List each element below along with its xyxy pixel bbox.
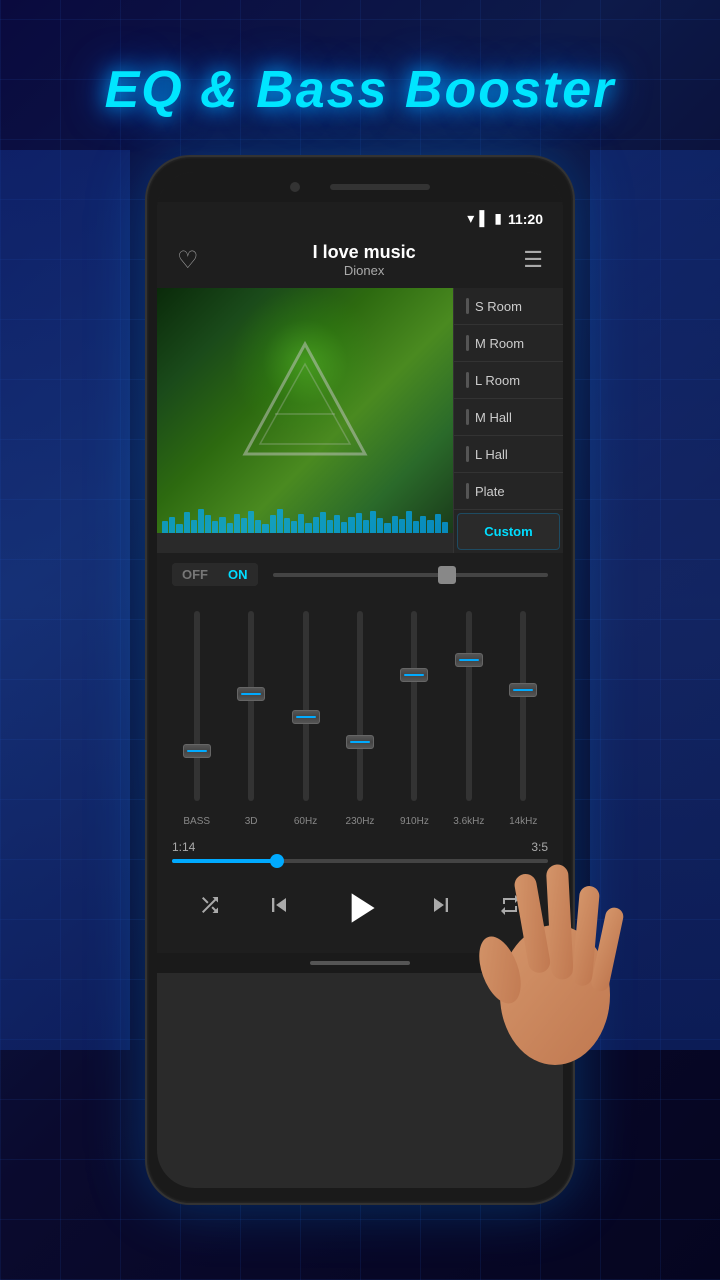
bass-handle[interactable] — [183, 744, 211, 758]
top-nav: ♡ I love music Dionex ☰ — [157, 232, 563, 288]
progress-dot[interactable] — [270, 854, 284, 868]
preset-indicator — [466, 483, 469, 499]
progress-fill — [172, 859, 277, 863]
eq-labels: BASS 3D 60Hz 230Hz 910Hz 3.6kHz 14kHz — [157, 816, 563, 832]
preset-l-hall[interactable]: L Hall — [454, 436, 563, 473]
preset-plate[interactable]: Plate — [454, 473, 563, 510]
status-time: 11:20 — [508, 211, 543, 227]
eq-sliders — [157, 596, 563, 816]
label-14khz: 14kHz — [499, 816, 548, 827]
next-button[interactable] — [427, 891, 455, 925]
230hz-handle[interactable] — [346, 735, 374, 749]
230hz-track[interactable] — [357, 611, 363, 801]
eq-band-bass[interactable] — [172, 606, 221, 806]
play-button[interactable] — [335, 883, 385, 933]
eq-band-36khz[interactable] — [444, 606, 493, 806]
910hz-track[interactable] — [411, 611, 417, 801]
status-icons — [467, 210, 502, 228]
bass-handle-line — [187, 750, 207, 752]
eq-intensity-thumb[interactable] — [438, 566, 456, 584]
preset-indicator — [466, 372, 469, 388]
home-indicator[interactable] — [310, 961, 410, 965]
preset-s-room[interactable]: S Room — [454, 288, 563, 325]
bass-track[interactable] — [194, 611, 200, 801]
eq-intensity-track[interactable] — [273, 573, 549, 577]
3d-handle-line — [241, 693, 261, 695]
phone-screen: 11:20 ♡ I love music Dionex ☰ — [157, 172, 563, 1188]
label-bass: BASS — [172, 816, 221, 827]
progress-times: 1:14 3:5 — [172, 840, 548, 854]
phone-top-bar — [157, 172, 563, 202]
right-decoration — [590, 150, 720, 1050]
camera-dot — [290, 182, 300, 192]
waveform — [157, 503, 453, 533]
heart-icon[interactable]: ♡ — [177, 246, 205, 274]
60hz-track[interactable] — [303, 611, 309, 801]
eq-band-230hz[interactable] — [335, 606, 384, 806]
app-title: EQ & Bass Booster — [0, 60, 720, 120]
toggle-off-label: OFF — [172, 563, 218, 586]
album-art — [157, 288, 453, 533]
preset-custom[interactable]: Custom — [457, 513, 560, 550]
eq-preset-list: S Room M Room L Room M Hall L Hall — [453, 288, 563, 553]
speaker-bar — [330, 184, 430, 190]
preset-indicator — [466, 298, 469, 314]
preset-indicator — [466, 446, 469, 462]
eq-toggle[interactable]: OFF ON — [172, 563, 258, 586]
progress-section: 1:14 3:5 — [157, 832, 563, 871]
label-910hz: 910Hz — [390, 816, 439, 827]
14khz-handle-line — [513, 689, 533, 691]
eq-band-14khz[interactable] — [499, 606, 548, 806]
label-230hz: 230Hz — [335, 816, 384, 827]
wifi-icon — [467, 210, 474, 228]
preset-m-hall[interactable]: M Hall — [454, 399, 563, 436]
36khz-track[interactable] — [466, 611, 472, 801]
current-time: 1:14 — [172, 840, 195, 854]
total-time: 3:5 — [531, 840, 548, 854]
label-60hz: 60Hz — [281, 816, 330, 827]
60hz-handle-line — [296, 716, 316, 718]
60hz-handle[interactable] — [292, 710, 320, 724]
14khz-track[interactable] — [520, 611, 526, 801]
prev-button[interactable] — [265, 891, 293, 925]
14khz-handle[interactable] — [509, 683, 537, 697]
status-bar: 11:20 — [157, 202, 563, 232]
910hz-handle-line — [404, 674, 424, 676]
main-area: S Room M Room L Room M Hall L Hall — [157, 288, 563, 553]
song-info: I love music Dionex — [313, 242, 416, 278]
menu-icon[interactable]: ☰ — [523, 247, 543, 273]
player-controls — [157, 871, 563, 953]
battery-icon — [494, 210, 502, 228]
shuffle-button[interactable] — [198, 893, 222, 923]
left-decoration — [0, 150, 130, 1050]
song-title: I love music — [313, 242, 416, 263]
preset-indicator — [466, 335, 469, 351]
toggle-bar: OFF ON — [157, 553, 563, 596]
preset-l-room[interactable]: L Room — [454, 362, 563, 399]
36khz-handle-line — [459, 659, 479, 661]
toggle-on-label: ON — [218, 563, 258, 586]
preset-m-room[interactable]: M Room — [454, 325, 563, 362]
album-triangle-logo — [235, 334, 375, 474]
repeat-button[interactable] — [498, 893, 522, 923]
3d-track[interactable] — [248, 611, 254, 801]
36khz-handle[interactable] — [455, 653, 483, 667]
label-3d: 3D — [226, 816, 275, 827]
preset-indicator — [466, 409, 469, 425]
eq-band-60hz[interactable] — [281, 606, 330, 806]
song-artist: Dionex — [313, 263, 416, 278]
230hz-handle-line — [350, 741, 370, 743]
signal-icon — [479, 210, 489, 228]
eq-band-3d[interactable] — [226, 606, 275, 806]
bottom-bar — [157, 953, 563, 973]
3d-handle[interactable] — [237, 687, 265, 701]
label-36khz: 3.6kHz — [444, 816, 493, 827]
phone-container: 11:20 ♡ I love music Dionex ☰ — [145, 155, 575, 1205]
910hz-handle[interactable] — [400, 668, 428, 682]
eq-band-910hz[interactable] — [390, 606, 439, 806]
album-section — [157, 288, 453, 553]
progress-bar[interactable] — [172, 859, 548, 863]
